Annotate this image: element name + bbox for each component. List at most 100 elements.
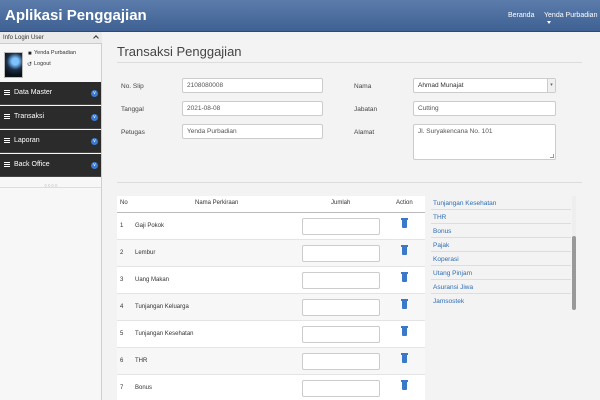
row-number: 4 [120,304,124,310]
column-header-action: Action [396,200,413,206]
picklist-item[interactable]: Tunjangan Kesehatan [433,200,496,207]
tanggal-field[interactable]: 2021-08-08 [182,101,323,116]
row-account-name: Bonus [135,385,153,391]
picklist-item[interactable]: THR [433,214,446,221]
picklist-divider [431,223,571,224]
sidebar-user-name: Yenda Purbadian [34,50,77,56]
picklist-divider [431,293,571,294]
menu-icon [4,162,10,167]
jabatan-label: Jabatan [354,106,378,113]
chevron-down-icon: ∨ [91,138,98,145]
no-slip-field[interactable]: 2108080008 [182,78,323,93]
sidebar-item-transaksi[interactable]: Transaksi ∨ [0,106,101,129]
trash-icon[interactable] [401,299,408,309]
row-account-name: THR [135,358,148,364]
title-divider [117,62,582,63]
trash-icon[interactable] [401,353,408,363]
picklist-item[interactable]: Utang Pinjam [433,270,472,277]
table-row: 3 Uang Makan [117,267,425,294]
table-row: 7 Bonus [117,375,425,400]
login-info-header[interactable]: Info Login User [0,32,102,44]
alamat-label: Alamat [354,129,375,136]
amount-input[interactable] [302,380,380,397]
alamat-value: Jl. Suryakencana No. 101 [418,128,493,135]
nama-select[interactable]: Ahmad Munajat ▾ [413,78,556,93]
chevron-down-icon: ∨ [91,162,98,169]
trash-icon[interactable] [401,380,408,390]
amount-input[interactable] [302,353,380,370]
row-account-name: Uang Makan [135,277,170,283]
table-row: 5 Tunjangan Kesehatan [117,321,425,348]
table-row: 1 Gaji Pokok [117,213,425,240]
sidebar-item-laporan[interactable]: Laporan ∨ [0,130,101,153]
amount-input[interactable] [302,245,380,262]
app-title[interactable]: Aplikasi Penggajian [5,7,147,24]
section-divider [117,182,582,183]
picklist-divider [431,237,571,238]
tanggal-label: Tanggal [121,106,144,113]
sidebar-item-label: Laporan [14,137,40,144]
picklist-item[interactable]: Asuransi Jiwa [433,284,473,291]
row-number: 7 [120,385,124,391]
column-header-jumlah: Jumlah [331,200,351,206]
picklist-item[interactable]: Jamsostek [433,298,464,305]
row-account-name: Gaji Pokok [135,223,165,229]
page-title: Transaksi Penggajian [117,44,242,59]
petugas-field[interactable]: Yenda Purbadian [182,124,323,139]
top-navbar: Aplikasi Penggajian Beranda Yenda Purbad… [0,0,600,32]
amount-input[interactable] [302,218,380,235]
row-number: 1 [120,223,124,229]
column-header-no: No [120,200,128,206]
sidebar: Info Login User ■ Yenda Purbadian ↺ Logo… [0,32,102,400]
resize-handle-icon[interactable] [550,154,554,158]
row-number: 6 [120,358,124,364]
main-content: Transaksi Penggajian No. Slip 2108080008… [103,32,600,400]
nav-user-label: Yenda Purbadian [544,12,598,19]
row-number: 5 [120,331,124,337]
jabatan-field[interactable]: Cutting [413,101,556,116]
login-info-title: Info Login User [3,35,44,41]
picklist-divider [431,279,571,280]
sidebar-item-label: Data Master [14,89,53,96]
row-number: 3 [120,277,124,283]
picklist-scroll-thumb[interactable] [572,236,576,310]
trash-icon[interactable] [401,245,408,255]
logout-link[interactable]: Logout [34,61,51,67]
amount-input[interactable] [302,326,380,343]
picklist-divider [431,251,571,252]
amount-input[interactable] [302,299,380,316]
trash-icon[interactable] [401,218,408,228]
picklist-divider [431,265,571,266]
trash-icon[interactable] [401,326,408,336]
chevron-down-icon: ∨ [91,90,98,97]
picklist-item[interactable]: Pajak [433,242,449,249]
sidebar-item-back-office[interactable]: Back Office ∨ [0,154,101,177]
caret-down-icon [547,20,551,24]
picklist-item[interactable]: Bonus [433,228,451,235]
picklist-item[interactable]: Koperasi [433,256,459,263]
nav-home-link[interactable]: Beranda [508,12,534,19]
menu-icon [4,138,10,143]
row-account-name: Tunjangan Kesehatan [135,331,194,337]
sidebar-item-data-master[interactable]: Data Master ∨ [0,82,101,105]
table-row: 2 Lembur [117,240,425,267]
sidebar-item-label: Transaksi [14,113,45,120]
table-row: 4 Tunjangan Keluarga [117,294,425,321]
nav-user-dropdown[interactable]: Yenda Purbadian [544,12,600,26]
sidebar-item-label: Back Office [14,161,50,168]
alamat-textarea[interactable]: Jl. Suryakencana No. 101 [413,124,556,160]
avatar [4,52,23,78]
nama-label: Nama [354,83,372,90]
petugas-label: Petugas [121,129,145,136]
user-icon: ■ [28,51,32,57]
select-arrow-icon: ▾ [547,79,555,92]
nama-select-value: Ahmad Munajat [418,82,464,89]
row-account-name: Tunjangan Keluarga [135,304,189,310]
trash-icon[interactable] [401,272,408,282]
sidebar-collapse-grip[interactable]: ○○○○ [44,183,58,189]
salary-table: No Nama Perkiraan Jumlah Action 1 Gaji P… [117,196,425,400]
chevron-up-icon [93,35,99,41]
table-row: 6 THR [117,348,425,375]
amount-input[interactable] [302,272,380,289]
no-slip-label: No. Slip [121,83,144,90]
